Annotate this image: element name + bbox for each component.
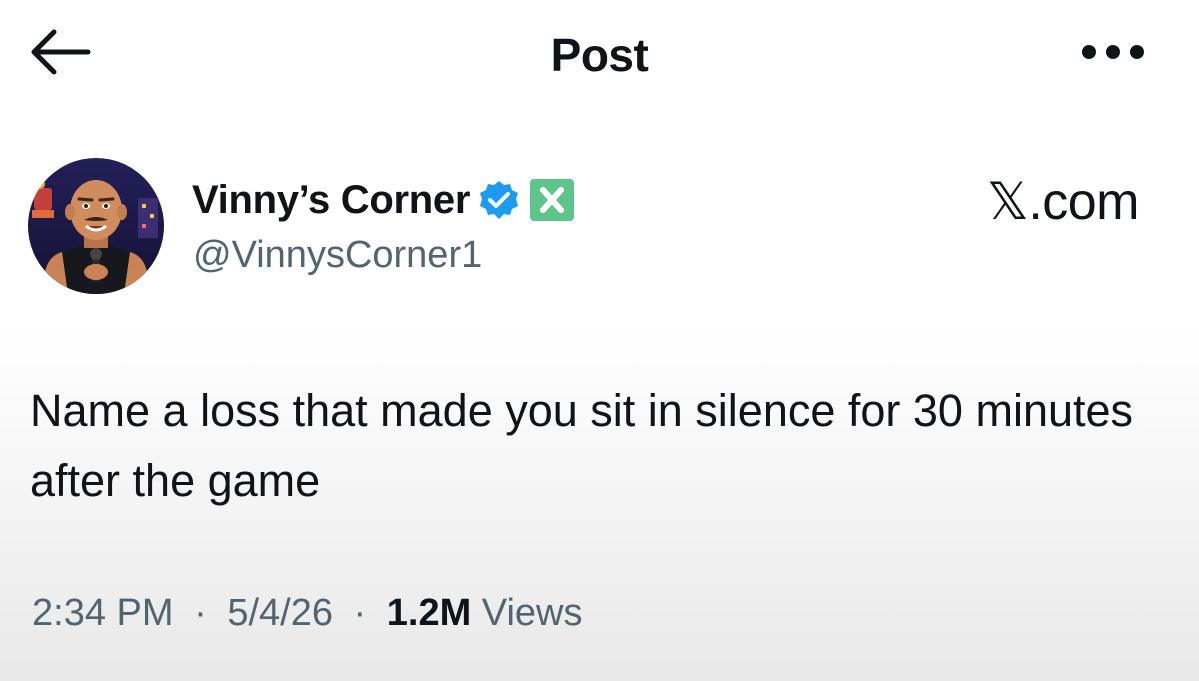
brand-logo-x: 𝕏.com bbox=[986, 173, 1140, 231]
meta-separator: · bbox=[353, 592, 367, 634]
post-meta: 2:34 PM · 5/4/26 · 1.2M Views bbox=[32, 592, 582, 635]
page-title: Post bbox=[550, 29, 649, 81]
x-badge-icon bbox=[530, 179, 575, 221]
more-options-button[interactable] bbox=[1080, 38, 1146, 66]
views-label: Views bbox=[481, 592, 583, 634]
views-count[interactable]: 1.2M bbox=[387, 592, 471, 634]
meta-separator: · bbox=[194, 592, 207, 634]
display-name[interactable]: Vinny’s Corner bbox=[192, 178, 470, 223]
cartoon-man-avatar bbox=[28, 158, 164, 294]
author-name-row: Vinny’s Corner bbox=[192, 174, 576, 226]
post-time[interactable]: 2:34 PM bbox=[32, 592, 174, 634]
user-handle[interactable]: @VinnysCorner1 bbox=[193, 234, 482, 277]
avatar[interactable] bbox=[28, 158, 164, 294]
more-horizontal-icon bbox=[1082, 45, 1144, 59]
post-date[interactable]: 5/4/26 bbox=[227, 592, 333, 634]
verified-badge-icon bbox=[480, 181, 519, 219]
top-bar: Post bbox=[0, 0, 1199, 110]
post-text: Name a loss that made you sit in silence… bbox=[30, 385, 1134, 506]
